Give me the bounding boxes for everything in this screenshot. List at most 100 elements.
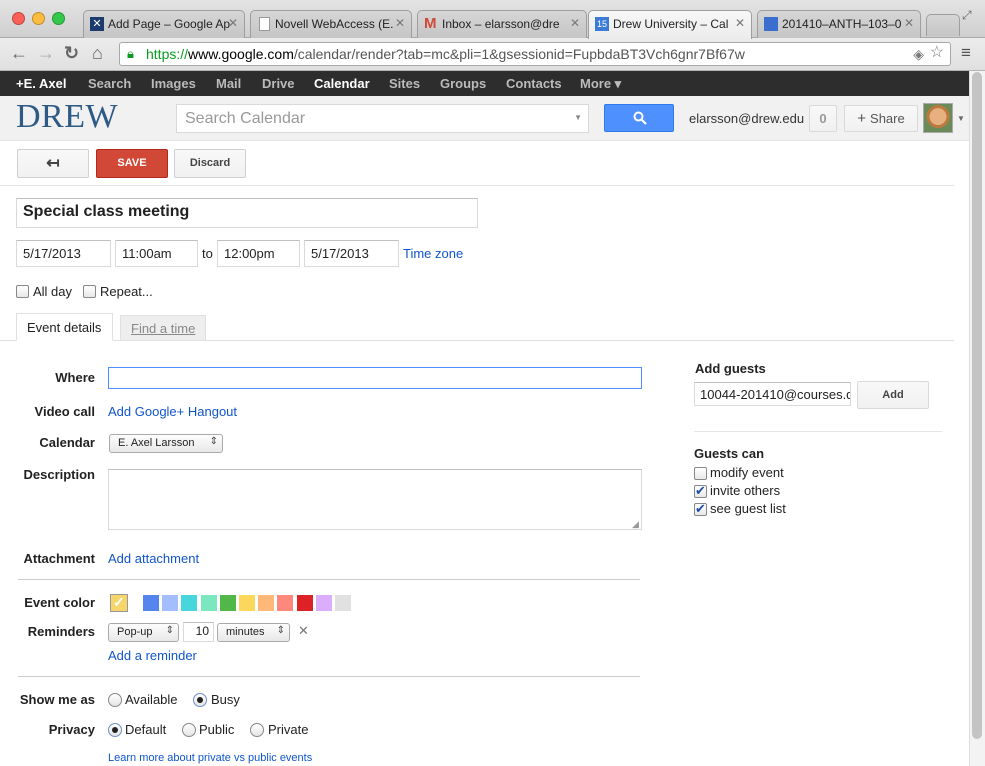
url-path: /calendar/render?tab=mc&pli=1&gsessionid… xyxy=(293,46,745,62)
gbar-calendar[interactable]: Calendar xyxy=(314,76,370,91)
avatar[interactable] xyxy=(923,103,953,133)
gbar-images[interactable]: Images xyxy=(151,76,196,91)
learn-more-privacy-link[interactable]: Learn more about private vs public event… xyxy=(108,752,312,764)
color-swatch[interactable] xyxy=(315,595,332,611)
search-button[interactable] xyxy=(604,104,674,132)
event-title-input[interactable]: Special class meeting xyxy=(16,198,478,228)
close-window-button[interactable] xyxy=(12,12,25,25)
search-options-arrow-icon[interactable]: ▼ xyxy=(574,113,582,122)
scrollbar-thumb[interactable] xyxy=(972,72,982,739)
save-button[interactable]: SAVE xyxy=(96,149,168,178)
new-tab-button[interactable] xyxy=(926,14,960,36)
color-swatch[interactable] xyxy=(181,595,198,611)
share-button[interactable]: + Share xyxy=(844,105,918,132)
start-time-input[interactable]: 11:00am xyxy=(115,240,198,267)
chrome-menu-icon[interactable]: ≡ xyxy=(961,43,971,63)
close-tab-icon[interactable]: ✕ xyxy=(228,16,238,30)
gbar-sites[interactable]: Sites xyxy=(389,76,420,91)
color-swatch[interactable] xyxy=(277,595,294,611)
add-reminder-link[interactable]: Add a reminder xyxy=(108,648,197,663)
end-date-input[interactable]: 5/17/2013 xyxy=(304,240,399,267)
privacy-default-radio[interactable] xyxy=(108,723,122,737)
drew-logo[interactable]: DREW xyxy=(16,98,118,136)
privacy-private-radio[interactable] xyxy=(250,723,264,737)
section-divider xyxy=(18,579,640,580)
search-placeholder: Search Calendar xyxy=(185,110,306,127)
color-swatch[interactable] xyxy=(200,595,217,611)
invite-others-checkbox[interactable] xyxy=(694,483,707,499)
see-guest-list-checkbox[interactable] xyxy=(694,501,707,517)
home-icon[interactable]: ⌂ xyxy=(92,42,103,64)
end-time-input[interactable]: 12:00pm xyxy=(217,240,300,267)
tab-google-apps[interactable]: ✕ Add Page – Google Ap ✕ xyxy=(83,10,245,38)
reload-icon[interactable]: ↻ xyxy=(64,42,79,64)
color-swatch[interactable] xyxy=(239,595,255,611)
search-calendar-input[interactable]: Search Calendar ▼ xyxy=(176,104,589,133)
tab-anth-course[interactable]: 201410–ANTH–103–0 ✕ xyxy=(757,10,921,38)
gbar-drive[interactable]: Drive xyxy=(262,76,295,91)
description-textarea[interactable] xyxy=(108,469,642,530)
gbar-groups[interactable]: Groups xyxy=(440,76,486,91)
busy-radio[interactable] xyxy=(193,693,207,707)
minimize-window-button[interactable] xyxy=(32,12,45,25)
privacy-label: Privacy xyxy=(48,722,95,737)
notifications-count-button[interactable]: 0 xyxy=(809,105,837,132)
url-input[interactable]: 🔒︎ https://www.google.com/calendar/rende… xyxy=(119,42,951,66)
add-hangout-link[interactable]: Add Google+ Hangout xyxy=(108,404,237,419)
account-dropdown-icon[interactable]: ▼ xyxy=(957,114,965,123)
remove-reminder-icon[interactable]: ✕ xyxy=(298,623,309,639)
color-swatch[interactable] xyxy=(162,595,179,611)
resize-grip-icon[interactable]: ◢ xyxy=(632,519,639,530)
start-date-input[interactable]: 5/17/2013 xyxy=(16,240,111,267)
bookmark-star-icon[interactable]: ☆ xyxy=(930,43,944,64)
close-tab-icon[interactable]: ✕ xyxy=(735,16,745,30)
add-guest-button[interactable]: Add xyxy=(857,381,929,409)
tab-find-a-time[interactable]: Find a time xyxy=(120,315,206,341)
close-tab-icon[interactable]: ✕ xyxy=(395,16,405,30)
time-zone-link[interactable]: Time zone xyxy=(403,246,463,261)
gbar-more[interactable]: More ▾ xyxy=(580,76,621,92)
all-day-checkbox[interactable] xyxy=(16,285,29,298)
add-attachment-link[interactable]: Add attachment xyxy=(108,551,199,566)
modify-event-checkbox[interactable] xyxy=(694,467,707,480)
forward-nav-icon[interactable]: → xyxy=(37,42,55,64)
privacy-private-label: Private xyxy=(268,722,309,737)
invite-others-label: invite others xyxy=(710,483,781,498)
close-tab-icon[interactable]: ✕ xyxy=(904,16,914,30)
guest-email-input[interactable]: 10044-201410@courses.d xyxy=(694,382,851,406)
calendar-select[interactable]: E. Axel Larsson xyxy=(109,434,223,453)
color-swatch[interactable] xyxy=(296,595,313,611)
tab-event-details[interactable]: Event details xyxy=(16,313,113,341)
tab-drew-calendar[interactable]: 15 Drew University – Cal ✕ xyxy=(588,10,752,39)
where-input[interactable] xyxy=(108,367,642,389)
reminder-unit-select[interactable]: minutes xyxy=(217,623,290,642)
gbar-mail[interactable]: Mail xyxy=(216,76,241,91)
gbar-profile[interactable]: +E. Axel xyxy=(16,76,66,91)
privacy-public-radio[interactable] xyxy=(182,723,196,737)
fullscreen-icon[interactable]: ⤢ xyxy=(962,8,972,23)
color-swatch[interactable] xyxy=(258,595,275,611)
attachment-label: Attachment xyxy=(23,551,95,566)
section-divider xyxy=(18,676,640,677)
color-swatch[interactable] xyxy=(219,595,236,611)
gbar-search[interactable]: Search xyxy=(88,76,131,91)
gbar-contacts[interactable]: Contacts xyxy=(506,76,562,91)
back-to-calendar-button[interactable]: ↤ xyxy=(17,149,89,178)
reminder-amount-input[interactable]: 10 xyxy=(183,622,214,642)
reminder-type-select[interactable]: Pop-up xyxy=(108,623,179,642)
account-email[interactable]: elarsson@drew.edu xyxy=(689,111,804,126)
back-arrow-icon: ↤ xyxy=(46,155,60,172)
color-swatch[interactable] xyxy=(143,595,159,611)
back-nav-icon[interactable]: ← xyxy=(10,42,28,64)
default-color-swatch[interactable]: ✓ xyxy=(110,594,128,612)
close-tab-icon[interactable]: ✕ xyxy=(570,16,580,30)
repeat-checkbox[interactable] xyxy=(83,285,96,298)
zoom-window-button[interactable] xyxy=(52,12,65,25)
guests-divider xyxy=(694,431,942,432)
color-swatch[interactable] xyxy=(335,595,351,611)
discard-button[interactable]: Discard xyxy=(174,149,246,178)
extension-icon[interactable]: ◈ xyxy=(913,43,924,65)
tab-gmail-inbox[interactable]: M Inbox – elarsson@dre ✕ xyxy=(417,10,587,38)
tab-novell-webaccess[interactable]: Novell WebAccess (E. ✕ xyxy=(250,10,412,38)
available-radio[interactable] xyxy=(108,693,122,707)
